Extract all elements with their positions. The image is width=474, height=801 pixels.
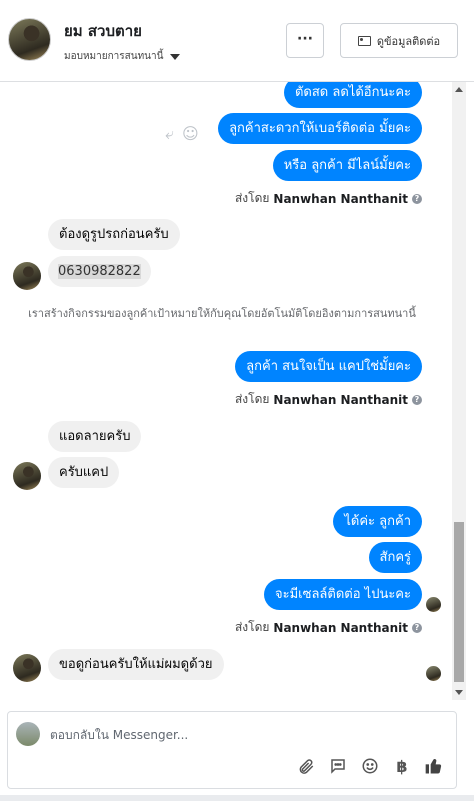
incoming-message: ครับแคป	[48, 457, 120, 488]
incoming-message: ขอดูก่อนครับให้แม่ผมดูด้วย	[48, 649, 224, 680]
outgoing-message: ตัดสด ลดได้อีกนะคะ	[283, 82, 422, 108]
sent-by-prefix: ส่งโดย	[234, 191, 270, 205]
assign-label: มอบหมายการสนทนานี้	[64, 51, 164, 62]
outgoing-message: จะมีเซลล์ติดต่อ ไปนะคะ	[264, 579, 422, 610]
outgoing-message: หรือ ลูกค้า มีไลน์มั้ยคะ	[272, 150, 422, 181]
contact-card-icon	[357, 35, 371, 46]
like-icon[interactable]	[424, 756, 444, 776]
page-avatar	[16, 722, 40, 746]
sent-by-label: ส่งโดย Nanwhan Nanthanit ?	[235, 390, 422, 409]
sent-by-label: ส่งโดย Nanwhan Nanthanit ?	[235, 618, 422, 637]
contact-avatar[interactable]	[8, 18, 51, 61]
phone-number[interactable]: 0630982822	[58, 264, 141, 279]
help-icon[interactable]: ?	[412, 193, 422, 204]
contact-avatar-small	[13, 654, 41, 682]
view-contact-button[interactable]: ดูข้อมูลติดต่อ	[340, 23, 458, 58]
view-contact-label: ดูข้อมูลติดต่อ	[376, 34, 441, 48]
sent-by-agent: Nanwhan Nanthanit	[273, 392, 408, 407]
reply-input[interactable]	[50, 724, 430, 746]
outgoing-message: ลูกค้า สนใจเป็น แคปใช่มั้ยคะ	[235, 351, 422, 382]
outgoing-message: ลูกค้าสะดวกให้เบอร์ติดต่อ มั้ยคะ	[218, 113, 422, 144]
contact-avatar-small	[13, 462, 41, 490]
seen-avatar	[426, 666, 441, 681]
composer-toolbar: ฿	[296, 756, 444, 776]
incoming-message: 0630982822	[48, 256, 151, 287]
sent-by-prefix: ส่งโดย	[234, 392, 270, 406]
sent-by-label: ส่งโดย Nanwhan Nanthanit ?	[235, 189, 422, 208]
scroll-up-icon[interactable]	[455, 87, 463, 92]
scroll-down-icon[interactable]	[455, 690, 463, 695]
more-options-button[interactable]: ···	[286, 23, 324, 58]
incoming-message: ต้องดูรูปรถก่อนครับ	[48, 219, 180, 250]
outgoing-message: ได้ค่ะ ลูกค้า	[333, 506, 422, 537]
currency-icon[interactable]: ฿	[392, 756, 412, 776]
emoji-picker-icon[interactable]	[360, 756, 380, 776]
help-icon[interactable]: ?	[412, 394, 422, 405]
conversation-header: ยม สวบตาย มอบหมายการสนทนานี้ ··· ดูข้อมู…	[0, 0, 474, 82]
outgoing-message: สักครู่	[368, 542, 422, 573]
system-notice: เราสร้างกิจกรรมของลูกค้าเป้าหมายให้กับคุ…	[28, 307, 416, 320]
sent-by-agent: Nanwhan Nanthanit	[273, 191, 408, 206]
contact-avatar-small	[13, 262, 41, 290]
caret-down-icon	[170, 53, 181, 60]
message-thread: ตัดสด ลดได้อีกนะคะ ⤶ ☺ ลูกค้าสะดวกให้เบอ…	[0, 82, 452, 700]
help-icon[interactable]: ?	[412, 622, 422, 633]
attach-icon[interactable]	[296, 756, 316, 776]
reply-icon[interactable]: ⤶	[165, 124, 174, 144]
chat-scrollbar[interactable]	[452, 82, 466, 700]
bottom-divider	[0, 795, 474, 801]
saved-reply-icon[interactable]	[328, 756, 348, 776]
assign-conversation-dropdown[interactable]: มอบหมายการสนทนานี้	[64, 49, 181, 64]
message-actions: ⤶ ☺	[165, 124, 199, 144]
emoji-icon[interactable]: ☺	[182, 124, 199, 144]
seen-avatar	[426, 597, 441, 612]
scroll-thumb[interactable]	[454, 522, 464, 682]
contact-name[interactable]: ยม สวบตาย	[64, 19, 142, 43]
incoming-message: แอดลายครับ	[48, 421, 142, 452]
sent-by-prefix: ส่งโดย	[234, 620, 270, 634]
sent-by-agent: Nanwhan Nanthanit	[273, 620, 408, 635]
message-composer: ฿	[7, 711, 457, 789]
